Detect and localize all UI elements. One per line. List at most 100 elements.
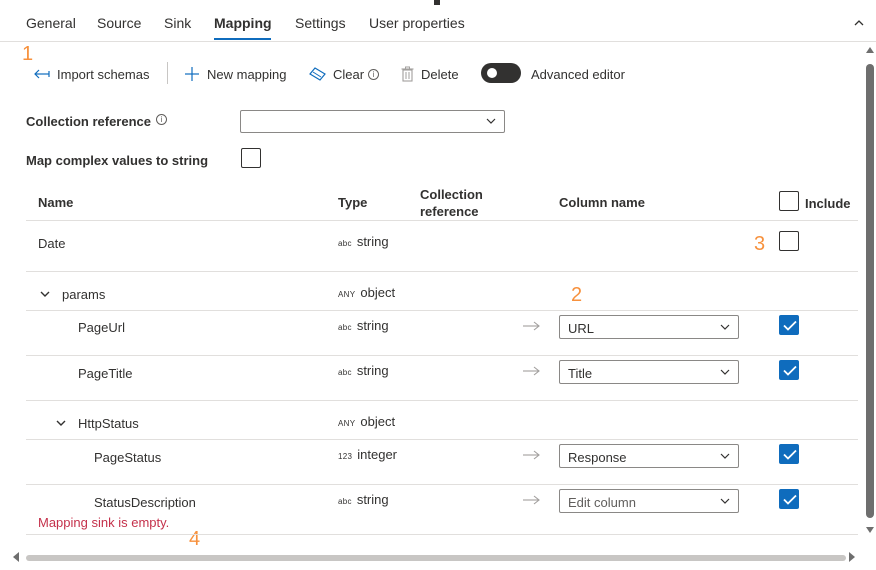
checkmark-icon [783,365,797,376]
scroll-down-icon[interactable] [866,526,874,534]
tab-mapping[interactable]: Mapping [214,15,272,31]
row-divider [26,400,858,401]
row-name: Date [38,236,66,251]
chevron-down-icon [720,369,730,375]
collection-reference-dropdown[interactable] [240,110,505,133]
new-mapping-label: New mapping [207,66,287,82]
delete-button[interactable]: Delete [401,65,459,83]
chevron-down-icon [486,118,496,124]
column-name-dropdown[interactable]: Edit column [559,489,739,513]
arrow-right-icon [523,366,540,376]
type-badge: ANY [338,290,356,299]
header-type: Type [338,195,368,210]
chevron-down-icon[interactable] [40,290,50,298]
scroll-up-icon[interactable] [866,46,874,54]
row-name: StatusDescription [94,495,196,510]
type-label: string [356,492,389,507]
row-type: 123 integer [338,447,397,462]
scroll-right-icon[interactable] [848,552,856,562]
header-include: Include [805,196,851,211]
delete-label: Delete [421,66,459,82]
header-collection-reference-2: reference [420,204,479,219]
tab-general[interactable]: General [26,15,76,31]
include-all-checkbox[interactable] [779,191,799,211]
chevron-up-icon[interactable] [854,18,864,28]
map-complex-checkbox[interactable] [241,148,261,168]
clear-button[interactable]: Clear i [309,65,380,83]
row-type: abc string [338,492,389,507]
horizontal-scrollbar[interactable] [26,555,846,561]
error-message: Mapping sink is empty. [38,515,170,530]
row-name: PageTitle [78,366,133,381]
toggle-knob [487,68,497,78]
column-name-dropdown[interactable]: Response [559,444,739,468]
vertical-scrollbar[interactable] [866,64,874,518]
column-name-value: URL [568,321,595,336]
eraser-icon [309,67,326,81]
type-label: string [356,363,389,378]
info-icon[interactable]: i [368,68,380,80]
plus-icon [185,67,199,81]
new-mapping-button[interactable]: New mapping [184,65,287,83]
info-icon[interactable]: i [156,114,167,125]
header-divider [26,220,858,221]
scroll-left-icon[interactable] [12,552,20,562]
row-divider [26,439,858,440]
tab-user-properties[interactable]: User properties [369,15,465,31]
header-column-name: Column name [559,195,645,210]
row-type: ANY object [338,414,395,429]
include-checkbox[interactable] [779,360,799,380]
annotation-2: 2 [571,284,583,306]
row-type: ANY object [338,285,395,300]
type-badge: abc [338,239,352,248]
row-divider [26,310,858,311]
column-name-dropdown[interactable]: URL [559,315,739,339]
column-name-dropdown[interactable]: Title [559,360,739,384]
row-divider [26,271,858,272]
arrow-right-icon [523,495,540,505]
tab-settings[interactable]: Settings [295,15,346,31]
collection-reference-label-text: Collection reference [26,114,151,129]
row-name: params [62,287,106,302]
type-badge: abc [338,323,352,332]
column-name-value: Title [568,366,593,381]
include-checkbox[interactable] [779,315,799,335]
chevron-down-icon[interactable] [56,419,66,427]
row-type: abc string [338,318,389,333]
row-divider [26,534,858,535]
checkmark-icon [783,494,797,505]
top-marker [434,0,440,5]
checkmark-icon [783,320,797,331]
row-name: PageUrl [78,320,125,335]
header-collection-reference-1: Collection [420,187,483,202]
active-tab-indicator [214,38,271,40]
type-label: object [360,285,396,300]
checkmark-icon [783,449,797,460]
chevron-down-icon [720,453,730,459]
advanced-editor-label: Advanced editor [531,66,625,82]
row-divider [26,355,858,356]
include-checkbox[interactable] [779,231,799,251]
toolbar-divider [167,62,168,84]
arrow-right-icon [523,321,540,331]
import-schemas-label: Import schemas [57,66,150,82]
annotation-4: 4 [189,528,201,550]
tab-bar: General Source Sink Mapping Settings Use… [0,0,876,42]
clear-label: Clear [333,66,365,82]
column-name-placeholder: Edit column [568,495,636,510]
tab-source[interactable]: Source [97,15,141,31]
trash-icon [401,66,414,82]
column-name-value: Response [568,450,627,465]
tab-sink[interactable]: Sink [164,15,191,31]
advanced-editor-toggle[interactable] [481,63,521,83]
arrow-right-icon [523,450,540,460]
include-checkbox[interactable] [779,489,799,509]
type-label: string [356,234,389,249]
annotation-3: 3 [754,233,766,255]
type-badge: abc [338,497,352,506]
row-name: HttpStatus [78,416,139,431]
row-type: abc string [338,234,389,249]
include-checkbox[interactable] [779,444,799,464]
import-schemas-button[interactable]: Import schemas [34,65,149,83]
type-badge: 123 [338,452,353,461]
